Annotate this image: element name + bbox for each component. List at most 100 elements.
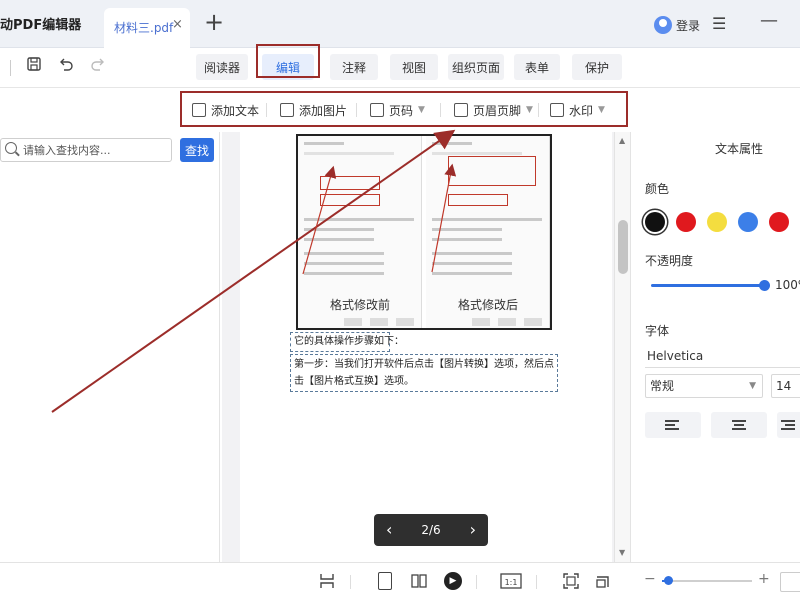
user-icon xyxy=(654,16,672,34)
pdf-editor-window: 动PDF编辑器 材料三.pdf × + 登录 ☰ — 阅读器 编辑 注释 视图 … xyxy=(0,0,800,600)
tab-edit[interactable]: 编辑 xyxy=(262,54,314,80)
opacity-slider-thumb[interactable] xyxy=(759,280,770,291)
opacity-slider-track[interactable] xyxy=(651,284,763,287)
tab-annotate[interactable]: 注释 xyxy=(330,54,378,80)
chevron-down-icon: ▼ xyxy=(749,381,756,391)
header-footer-icon xyxy=(454,103,468,117)
page-number-button[interactable]: 页码 ▼ xyxy=(370,99,425,121)
tab-reader[interactable]: 阅读器 xyxy=(196,54,248,80)
save-icon[interactable] xyxy=(26,56,42,72)
zoom-in-icon[interactable]: + xyxy=(758,571,770,587)
menu-icon[interactable]: ☰ xyxy=(712,14,726,33)
rotate-view-icon[interactable] xyxy=(594,572,612,590)
vertical-scrollbar[interactable]: ▲ ▼ xyxy=(614,132,630,562)
title-bar: 动PDF编辑器 材料三.pdf × + 登录 ☰ — xyxy=(0,0,800,48)
header-footer-label: 页眉页脚 xyxy=(473,103,522,118)
watermark-icon xyxy=(550,103,564,117)
play-icon[interactable]: ▶ xyxy=(444,572,462,590)
redo-icon[interactable] xyxy=(90,56,106,72)
step-one-text[interactable]: 第一步：当我们打开软件后点击【图片转换】选项，然后点击【图片格式互换】选项。 xyxy=(290,354,558,392)
edit-toolbar: 添加文本 添加图片 页码 ▼ 页眉页脚 ▼ 水印 ▼ xyxy=(180,91,628,127)
page-number-label: 页码 xyxy=(389,103,414,118)
add-image-icon xyxy=(280,103,294,117)
chevron-down-icon: ▼ xyxy=(598,105,605,115)
zoom-out-icon[interactable]: − xyxy=(644,571,656,587)
undo-icon[interactable] xyxy=(58,56,74,72)
toolbar-divider xyxy=(440,103,441,117)
ribbon: 阅读器 编辑 注释 视图 组织页面 表单 保护 xyxy=(0,48,800,88)
opacity-value: 100% xyxy=(775,278,800,292)
status-divider xyxy=(536,575,537,589)
color-swatch[interactable] xyxy=(707,212,727,232)
page-number-icon xyxy=(370,103,384,117)
next-page-icon[interactable]: › xyxy=(470,522,476,538)
color-swatch[interactable] xyxy=(645,212,665,232)
fit-page-icon[interactable] xyxy=(562,572,580,590)
embedded-screenshot: 格式修改前 格式修改后 xyxy=(296,134,552,330)
actual-size-icon[interactable]: 1:1 xyxy=(500,572,522,590)
document-tab-label: 材料三.pdf xyxy=(114,21,174,35)
header-footer-button[interactable]: 页眉页脚 ▼ xyxy=(454,99,533,121)
screenshot-before: 格式修改前 xyxy=(298,136,422,328)
login-button[interactable]: 登录 xyxy=(654,14,700,36)
align-right-button[interactable] xyxy=(777,412,800,438)
single-page-icon[interactable] xyxy=(378,572,392,590)
panel-title: 文本属性 xyxy=(715,142,764,156)
color-swatch[interactable] xyxy=(769,212,789,232)
align-center-button[interactable] xyxy=(711,412,767,438)
add-text-label: 添加文本 xyxy=(211,103,260,118)
search-panel: 查找 xyxy=(0,132,220,562)
new-tab-icon[interactable]: + xyxy=(204,8,224,36)
zoom-slider-thumb[interactable] xyxy=(664,576,673,585)
document-tab[interactable]: 材料三.pdf × xyxy=(104,8,190,48)
screenshot-after: 格式修改后 xyxy=(426,136,550,328)
previous-page-icon[interactable]: ‹ xyxy=(386,522,392,538)
align-left-button[interactable] xyxy=(645,412,701,438)
text-properties-panel: 文本属性 颜色 不透明度 100% 字体 Helvetica 常规 ▼ 14 xyxy=(630,132,800,562)
search-box xyxy=(0,138,172,162)
tab-protect[interactable]: 保护 xyxy=(572,54,622,80)
close-icon[interactable]: × xyxy=(172,17,183,32)
add-image-button[interactable]: 添加图片 xyxy=(280,99,347,121)
add-text-icon xyxy=(192,103,206,117)
font-style-select[interactable]: 常规 ▼ xyxy=(645,374,763,398)
font-label: 字体 xyxy=(645,324,670,338)
chevron-down-icon: ▼ xyxy=(418,105,425,115)
toolbar-divider xyxy=(538,103,539,117)
scroll-up-icon[interactable]: ▲ xyxy=(619,136,625,145)
zoom-level-field[interactable] xyxy=(780,572,800,592)
toolbar-divider xyxy=(266,103,267,117)
caption-after: 格式修改后 xyxy=(457,298,518,312)
opacity-label: 不透明度 xyxy=(645,254,694,268)
tab-organize-pages[interactable]: 组织页面 xyxy=(448,54,504,80)
add-text-button[interactable]: 添加文本 xyxy=(192,99,259,121)
font-style-value: 常规 xyxy=(650,379,675,393)
zoom-slider-track[interactable] xyxy=(662,580,752,582)
search-input[interactable] xyxy=(23,142,169,158)
color-swatch[interactable] xyxy=(676,212,696,232)
svg-text:1:1: 1:1 xyxy=(505,578,518,587)
double-page-icon[interactable] xyxy=(410,572,428,590)
page-navigator: ‹ 2/6 › xyxy=(374,514,488,546)
color-label: 颜色 xyxy=(645,182,670,196)
scroll-down-icon[interactable]: ▼ xyxy=(619,548,625,557)
watermark-button[interactable]: 水印 ▼ xyxy=(550,99,605,121)
page-indicator: 2/6 xyxy=(421,523,441,537)
search-button[interactable]: 查找 xyxy=(180,138,214,162)
fit-width-icon[interactable] xyxy=(318,572,336,590)
app-title: 动PDF编辑器 xyxy=(0,18,82,33)
step-intro-text[interactable]: 它的具体操作步骤如下： xyxy=(290,332,404,352)
font-family-select[interactable]: Helvetica xyxy=(645,346,800,368)
status-divider xyxy=(350,575,351,589)
document-viewport[interactable]: 格式修改前 格式修改后 它的具体操作步骤如下： 第一步：当我们打开软件后点击【图… xyxy=(222,132,630,562)
document-page: 格式修改前 格式修改后 它的具体操作步骤如下： 第一步：当我们打开软件后点击【图… xyxy=(240,132,612,562)
status-divider xyxy=(476,575,477,589)
scroll-thumb[interactable] xyxy=(618,220,628,274)
tab-view[interactable]: 视图 xyxy=(390,54,438,80)
color-swatch[interactable] xyxy=(738,212,758,232)
chevron-down-icon: ▼ xyxy=(526,105,533,115)
login-label: 登录 xyxy=(676,18,701,33)
minimize-icon[interactable]: — xyxy=(760,10,778,31)
font-size-field[interactable]: 14 xyxy=(771,374,800,398)
tab-form[interactable]: 表单 xyxy=(514,54,560,80)
